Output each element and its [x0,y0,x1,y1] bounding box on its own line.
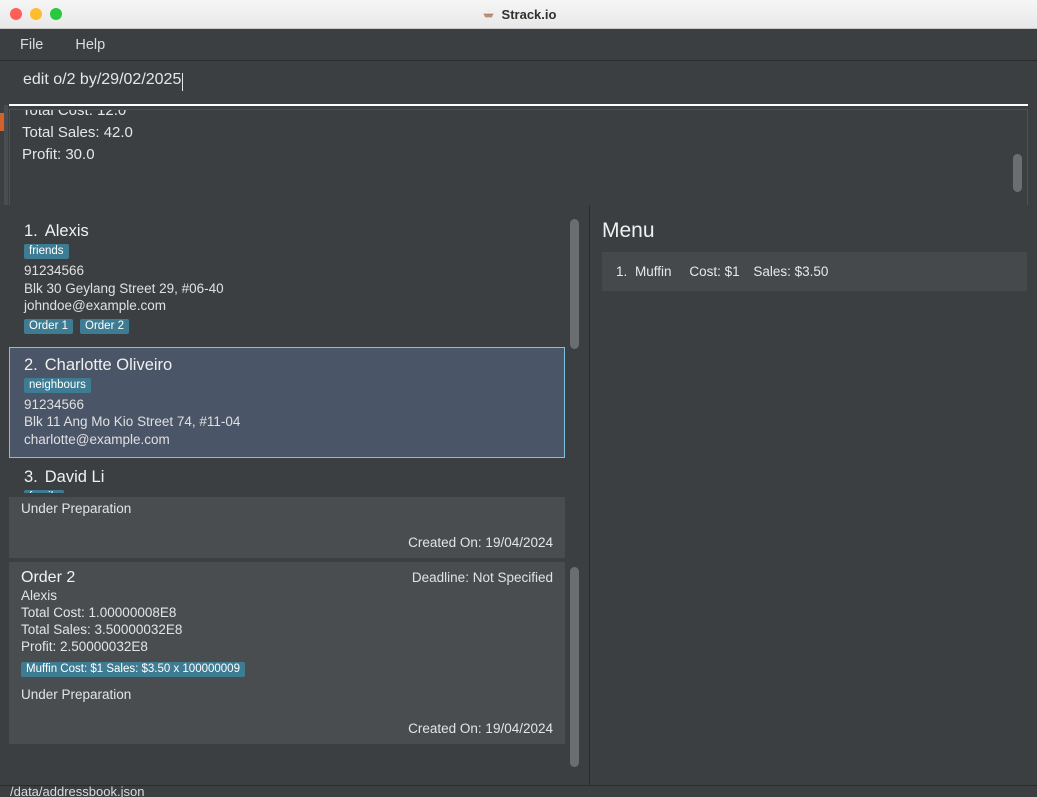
contact-order-tag[interactable]: Order 2 [80,318,129,334]
contact-name-row: 1. Alexis [24,222,554,241]
result-left-accent-marker [0,113,4,131]
result-line-total-cost: Total Cost: 12.0 [22,109,127,119]
contacts-list: 1. Alexis friends 91234566 Blk 30 Geylang… [9,213,565,493]
menu-item-sales: Sales: $3.50 [753,264,829,279]
command-input[interactable]: edit o/2 by/29/02/2025 [9,61,1028,106]
orders-list-panel: Profit: 30.0 Muffin Cost: $1 Sales: $3.5… [0,497,589,785]
order-status: Under Preparation [21,687,132,702]
order-item-tag: Muffin Cost: $1 Sales: $3.50 x 100000009 [21,662,245,677]
cupcake-icon [483,9,493,17]
order-card-1[interactable]: Profit: 30.0 Muffin Cost: $1 Sales: $3.5… [9,497,565,558]
close-window-button[interactable] [10,8,22,20]
result-display-panel: Total Cost: 12.0 Total Sales: 42.0 Profi… [9,109,1028,207]
menu-item-help[interactable]: Help [69,34,111,56]
text-caret [182,72,184,91]
contact-name: Alexis [44,222,89,240]
contact-tag-list: friends [24,244,554,259]
order-status: Under Preparation [21,501,132,516]
result-panel-scrollbar-thumb[interactable] [1013,154,1022,192]
order-head: Order 2 Deadline: Not Specified [21,569,553,587]
result-line-profit: Profit: 30.0 [22,146,95,163]
order-profit: Profit: 2.50000032E8 [21,639,148,654]
contact-index: 3. [24,468,38,486]
contact-card-1[interactable]: 1. Alexis friends 91234566 Blk 30 Geylang… [9,213,565,347]
contact-card-3[interactable]: 3. David Li family [9,458,565,493]
menu-item-index: 1. [616,264,628,279]
contact-index: 1. [24,222,38,240]
orders-scrollbar-thumb[interactable] [570,567,579,767]
contact-tag: family [24,490,65,493]
contact-name: Charlotte Oliveiro [44,355,173,374]
contact-tag-list: family [24,490,554,493]
left-column: 1. Alexis friends 91234566 Blk 30 Geylang… [0,205,590,785]
contact-order-tag[interactable]: Order 1 [24,318,73,334]
order-total-cost: Total Cost: 1.00000008E8 [21,605,177,620]
contact-address: Blk 11 Ang Mo Kio Street 74, #11-04 [24,414,241,429]
contact-email: charlotte@example.com [24,431,170,447]
contact-name: David Li [44,468,105,486]
contact-address: Blk 30 Geylang Street 29, #06-40 [24,280,224,296]
menu-panel: Menu 1. Muffin Cost: $1 Sales: $3.50 [590,205,1037,785]
contact-email: johndoe@example.com [24,298,167,313]
command-input-value: edit o/2 by/29/02/2025 [23,70,182,88]
result-text-block: Total Cost: 12.0 Total Sales: 42.0 Profi… [10,109,1027,166]
result-line-total-sales: Total Sales: 42.0 [22,124,133,141]
maximize-window-button[interactable] [50,8,62,20]
menu-item-row[interactable]: 1. Muffin Cost: $1 Sales: $3.50 [602,252,1027,291]
menu-panel-heading: Menu [602,219,655,242]
menu-item-file[interactable]: File [14,34,49,56]
contact-order-tag-list: Order 1 Order 2 [24,318,554,334]
command-input-wrapper: edit o/2 by/29/02/2025 [0,61,1037,106]
contact-name-row: 2. Charlotte Oliveiro [24,356,554,375]
order-created-on: Created On: 19/04/2024 [408,721,553,736]
order-total-sales: Total Sales: 3.50000032E8 [21,622,183,637]
window-title: Strack.io [501,6,557,22]
order-created-on: Created On: 19/04/2024 [408,535,553,550]
orders-list: Profit: 30.0 Muffin Cost: $1 Sales: $3.5… [9,497,565,748]
contact-phone: 91234566 [24,396,85,412]
menu-item-cost: Cost: $1 [689,264,740,279]
contact-card-2[interactable]: 2. Charlotte Oliveiro neighbours 91234566… [9,346,565,458]
contact-name-row: 3. David Li [24,468,554,487]
contacts-list-panel: 1. Alexis friends 91234566 Blk 30 Geylang… [0,205,589,493]
contacts-scrollbar-thumb[interactable] [570,219,579,349]
contact-tag: neighbours [24,377,91,393]
result-left-rail [4,105,8,213]
menu-bar: File Help [0,29,1037,61]
order-deadline: Deadline: Not Specified [411,570,553,585]
contact-phone: 91234566 [24,263,85,278]
window-titlebar: Strack.io [0,0,1037,29]
minimize-window-button[interactable] [30,8,42,20]
window-title-group: Strack.io [0,7,1037,22]
order-card-2[interactable]: Order 2 Deadline: Not Specified Alexis T… [9,562,565,744]
menu-item-name: Muffin [635,264,672,279]
order-title: Order 2 [21,569,76,586]
order-customer: Alexis [21,588,58,603]
contact-index: 2. [24,355,38,374]
contact-tag: friends [24,244,69,259]
traffic-light-group [0,8,62,20]
status-bar-file-path: /data/addressbook.json [10,785,145,797]
status-bar: /data/addressbook.json [0,785,1037,797]
main-content-area: 1. Alexis friends 91234566 Blk 30 Geylang… [0,205,1037,785]
contact-tag-list: neighbours [24,377,554,393]
order-item-tag-list: Muffin Cost: $1 Sales: $3.50 x 100000009 [21,662,553,677]
